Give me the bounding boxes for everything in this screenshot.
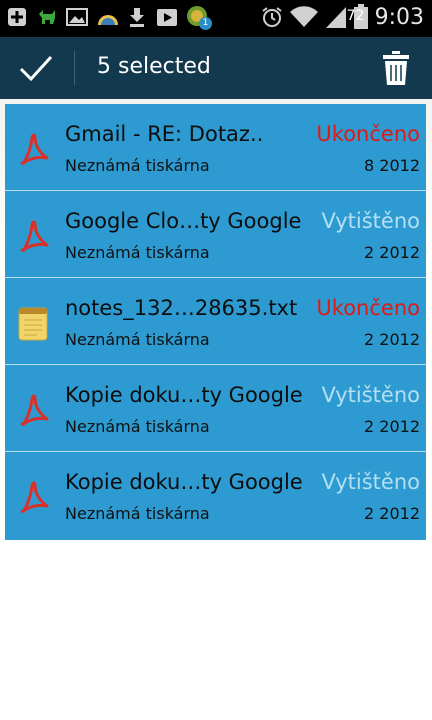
job-printer: Neznámá tiskárna <box>65 417 210 436</box>
system-icons: 72 9:03 <box>261 4 424 30</box>
chat-icon: 1 <box>186 6 212 30</box>
contextual-action-bar: 5 selected <box>0 37 432 99</box>
notification-icons: 1 <box>6 6 212 30</box>
pdf-icon <box>17 480 49 516</box>
job-date: 2 2012 <box>364 417 420 436</box>
notification-badge: 1 <box>199 17 212 30</box>
job-title: Kopie doku…ty Google <box>65 383 303 407</box>
android-icon <box>36 6 58 28</box>
pdf-icon <box>17 132 49 168</box>
battery-icon: 72 <box>347 4 369 30</box>
print-job-row[interactable]: Google Clo…ty Google Vytištěno Neznámá t… <box>5 191 426 278</box>
job-status: Vytištěno <box>321 209 420 233</box>
job-date: 8 2012 <box>364 156 420 175</box>
job-title: Gmail - RE: Dotaz.. <box>65 122 264 146</box>
download-icon <box>126 6 148 28</box>
job-status: Vytištěno <box>321 383 420 407</box>
job-printer: Neznámá tiskárna <box>65 330 210 349</box>
job-title: Kopie doku…ty Google <box>65 470 303 494</box>
job-date: 2 2012 <box>364 504 420 523</box>
job-date: 2 2012 <box>364 243 420 262</box>
battery-level: 72 <box>346 8 365 24</box>
selection-count: 5 selected <box>97 54 211 79</box>
done-button[interactable] <box>18 51 54 85</box>
delete-button[interactable] <box>382 50 410 86</box>
weather-icon <box>96 6 118 28</box>
job-printer: Neznámá tiskárna <box>65 243 210 262</box>
alarm-icon <box>261 6 283 28</box>
job-printer: Neznámá tiskárna <box>65 156 210 175</box>
pdf-icon <box>17 219 49 255</box>
print-job-row[interactable]: Kopie doku…ty Google Vytištěno Neznámá t… <box>5 452 426 538</box>
job-title: Google Clo…ty Google <box>65 209 302 233</box>
signal-icon <box>325 6 347 28</box>
status-bar: 1 72 9:03 <box>0 0 432 37</box>
play-store-icon <box>156 6 178 28</box>
notes-icon <box>17 306 49 342</box>
job-printer: Neznámá tiskárna <box>65 504 210 523</box>
print-job-row[interactable]: Gmail - RE: Dotaz.. Ukončeno Neznámá tis… <box>5 104 426 191</box>
action-bar-divider <box>74 51 75 85</box>
print-job-row[interactable]: Kopie doku…ty Google Vytištěno Neznámá t… <box>5 365 426 452</box>
job-date: 2 2012 <box>364 330 420 349</box>
pdf-icon <box>17 393 49 429</box>
job-status: Ukončeno <box>316 296 420 320</box>
check-icon <box>19 55 53 82</box>
print-job-list: Gmail - RE: Dotaz.. Ukončeno Neznámá tis… <box>5 104 426 540</box>
plus-icon <box>6 6 28 28</box>
trash-icon <box>383 51 409 85</box>
wifi-icon <box>289 6 319 28</box>
job-title: notes_132…28635.txt <box>65 296 298 320</box>
job-status: Ukončeno <box>316 122 420 146</box>
gallery-icon <box>66 6 88 28</box>
print-job-row[interactable]: notes_132…28635.txt Ukončeno Neznámá tis… <box>5 278 426 365</box>
clock: 9:03 <box>374 4 424 30</box>
job-status: Vytištěno <box>321 470 420 494</box>
